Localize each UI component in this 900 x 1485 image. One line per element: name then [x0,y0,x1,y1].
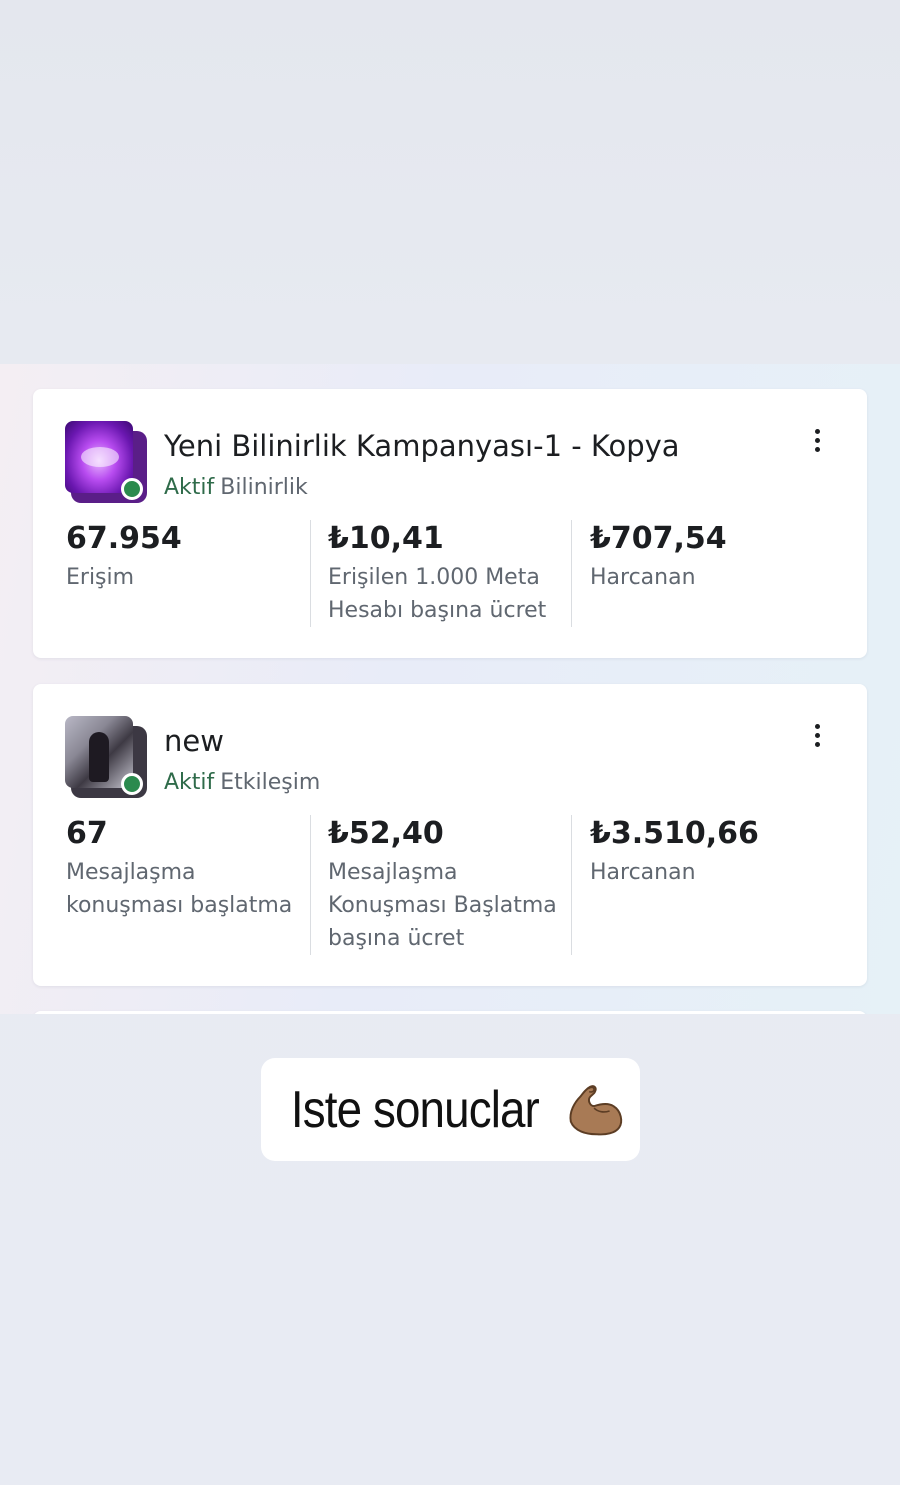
metric-value: ₺52,40 [328,816,444,851]
metric-amount-spent: ₺3.510,66 Harcanan [590,814,830,889]
metric-label: Erişilen 1.000 Meta Hesabı başına ücret [328,565,547,623]
flexed-biceps-icon [569,1084,623,1135]
metric-cost-per-1000: ₺10,41 Erişilen 1.000 Meta Hesabı başına… [328,519,568,627]
campaign-status: Aktif Etkileşim [164,770,320,795]
metric-cost-per-conversation: ₺52,40 Mesajlaşma Konuşması Başlatma baş… [328,814,568,955]
metric-label: Harcanan [590,565,696,590]
ad-campaigns-screenshot: Yeni Bilinirlik Kampanyası-1 - Kopya Akt… [0,364,900,1014]
metric-value: 67 [66,816,108,851]
metric-divider [310,815,311,955]
metric-label: Erişim [66,565,135,590]
metric-amount-spent: ₺707,54 Harcanan [590,519,830,594]
metric-divider [571,815,572,955]
metric-value: 67.954 [66,521,182,556]
campaign-title[interactable]: new [164,724,224,758]
active-status-dot [121,478,143,500]
metric-label: Harcanan [590,860,696,885]
metric-label: Mesajlaşma Konuşması Başlatma başına ücr… [328,860,557,951]
story-caption: Iste sonuclar [261,1058,640,1161]
thumbnail-graphic [81,447,119,467]
metric-value: ₺707,54 [590,521,727,556]
metric-divider [310,520,311,627]
active-status-dot [121,773,143,795]
metric-divider [571,520,572,627]
more-options-icon[interactable] [807,429,827,459]
campaign-card[interactable]: Yeni Bilinirlik Kampanyası-1 - Kopya Akt… [33,389,867,658]
status-label: Aktif [164,770,215,795]
thumbnail-graphic [89,732,109,782]
metric-value: ₺3.510,66 [590,816,759,851]
more-options-icon[interactable] [807,724,827,754]
campaign-card-partial[interactable] [33,1011,867,1014]
campaign-status: Aktif Bilinirlik [164,475,308,500]
metric-conversations: 67 Mesajlaşma konuşması başlatma [66,814,306,922]
caption-text: Iste sonuclar [290,1080,540,1139]
campaign-card[interactable]: new Aktif Etkileşim 67 Mesajlaşma konuşma… [33,684,867,986]
campaign-title[interactable]: Yeni Bilinirlik Kampanyası-1 - Kopya [164,429,680,463]
metric-reach: 67.954 Erişim [66,519,306,594]
objective-label: Etkileşim [220,770,321,795]
metric-label: Mesajlaşma konuşması başlatma [66,860,293,918]
metric-value: ₺10,41 [328,521,444,556]
objective-label: Bilinirlik [220,475,308,500]
status-label: Aktif [164,475,215,500]
